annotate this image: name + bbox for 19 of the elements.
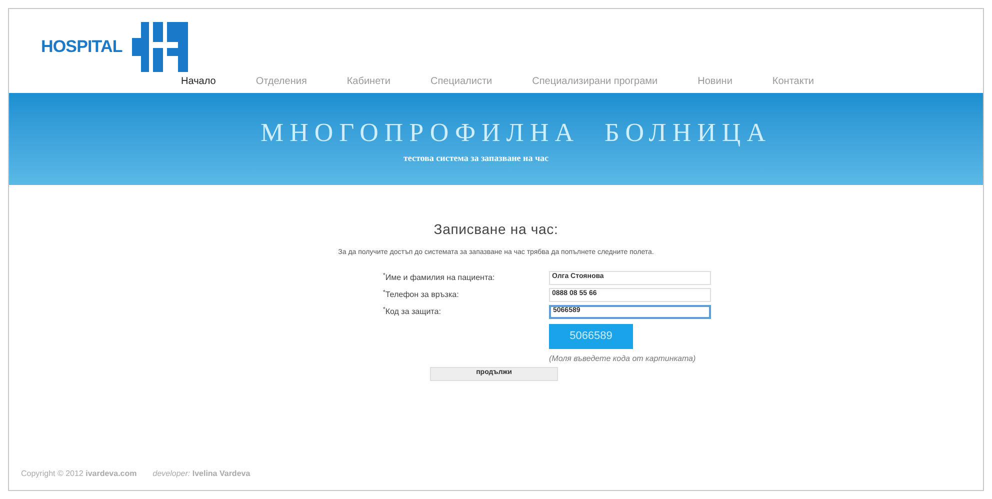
- banner-title: МНОГОПРОФИЛНА БОЛНИЦА: [260, 116, 772, 149]
- captcha-hint: (Моля въведете кода от картинката): [549, 352, 697, 364]
- field-label: $^{*}$Име и фамилия на пациента:: [383, 272, 496, 284]
- nav-link[interactable]: Специализирани програми: [532, 74, 658, 89]
- form-heading: Записване на час:: [434, 220, 558, 239]
- nav-link[interactable]: Новини: [698, 74, 732, 89]
- banner-subtitle: тестова система за запазване на час: [403, 152, 549, 165]
- field-label: $^{*}$Код за защита:: [383, 306, 442, 318]
- nav-link[interactable]: Отделения: [256, 74, 307, 89]
- nav-link[interactable]: Кабинети: [346, 74, 390, 89]
- captcha-image: 5066589: [549, 324, 633, 348]
- copyright-text: Copyright © 2012 ivardeva.com: [21, 468, 137, 480]
- logo-icon: [132, 22, 188, 72]
- nav-link[interactable]: Специалисти: [430, 74, 492, 89]
- logo-text: HOSPITAL: [41, 36, 122, 58]
- developer-credit: developer: Ivelina Vardeva: [152, 468, 250, 480]
- nav-link[interactable]: Контакти: [772, 74, 814, 89]
- field-label: $^{*}$Телефон за връзка:: [383, 288, 460, 300]
- nav-link[interactable]: Начало: [181, 74, 216, 89]
